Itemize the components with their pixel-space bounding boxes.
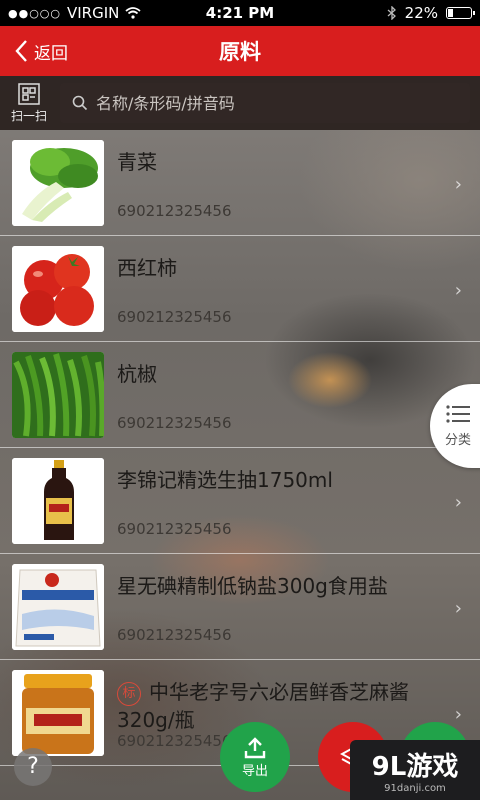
battery-icon (446, 7, 475, 19)
help-icon: ? (27, 754, 39, 779)
search-bar: 扫一扫 (0, 76, 480, 130)
search-input[interactable] (96, 93, 436, 113)
battery-fill (448, 9, 454, 17)
soy-sauce-bottle-image (12, 458, 104, 544)
item-name: 星无碘精制低钠盐300g食用盐 (117, 574, 388, 598)
back-label: 返回 (34, 43, 68, 64)
list-item[interactable]: 西红柿 690212325456 › (0, 236, 480, 342)
export-button[interactable]: 导出 (220, 722, 290, 792)
search-icon (72, 95, 88, 111)
scan-button[interactable]: 扫一扫 (0, 76, 58, 130)
item-code: 690212325456 (117, 414, 232, 432)
watermark-sub: 91danji.com (384, 783, 446, 794)
upload-icon (244, 736, 266, 758)
back-chevron-icon (15, 40, 27, 62)
chevron-right-icon: › (454, 280, 462, 301)
tag-badge: 标 (117, 682, 141, 706)
help-button[interactable]: ? (14, 748, 52, 786)
item-code: 690212325456 (117, 626, 232, 644)
search-field[interactable] (60, 83, 470, 123)
bok-choy-image (12, 140, 104, 226)
scan-icon (18, 82, 40, 105)
export-label: 导出 (241, 763, 268, 779)
category-label: 分类 (444, 432, 471, 448)
item-name: 青菜 (117, 150, 157, 174)
page-title: 原料 (219, 40, 261, 64)
item-name: 李锦记精选生抽1750ml (117, 468, 333, 492)
item-name: 西红柿 (117, 256, 177, 280)
status-bar: ●●○○○ VIRGIN 4:21 PM 22% (0, 0, 480, 26)
item-code: 690212325456 (117, 520, 232, 538)
list-item[interactable]: 杭椒 690212325456 › (0, 342, 480, 448)
nav-bar: 返回 原料 (0, 26, 480, 76)
signal-dots-icon: ●●○○○ (8, 6, 61, 20)
sesame-paste-jar-image (12, 670, 104, 756)
chevron-right-icon: › (454, 704, 462, 725)
item-name: 杭椒 (117, 362, 157, 386)
salt-bag-image (12, 564, 104, 650)
battery-percent: 22% (404, 4, 438, 22)
scan-label: 扫一扫 (10, 108, 47, 123)
chevron-right-icon: › (454, 492, 462, 513)
bluetooth-icon (387, 6, 396, 20)
chevron-right-icon: › (454, 174, 462, 195)
wifi-icon (125, 7, 141, 19)
carrier: VIRGIN (67, 4, 120, 22)
chevron-right-icon: › (454, 598, 462, 619)
list-item[interactable]: 星无碘精制低钠盐300g食用盐 690212325456 › (0, 554, 480, 660)
list-item[interactable]: 青菜 690212325456 › (0, 130, 480, 236)
tomatoes-image (12, 246, 104, 332)
item-code: 690212325456 (117, 308, 232, 326)
watermark-main: 9L游戏 (371, 752, 459, 782)
item-code: 690212325456 (117, 202, 232, 220)
item-name: 标中华老字号六必居鲜香芝麻酱320g/瓶 (117, 678, 437, 734)
item-code: 690212325456 (117, 732, 232, 750)
back-button[interactable]: 返回 (14, 26, 68, 76)
list-item[interactable]: 李锦记精选生抽1750ml 690212325456 › (0, 448, 480, 554)
ingredient-list: 青菜 690212325456 › 西红柿 690212325456 › 杭椒 … (0, 130, 480, 766)
watermark-logo: 9L游戏 91danji.com (350, 740, 480, 800)
green-peppers-image (12, 352, 104, 438)
list-icon (446, 404, 470, 423)
